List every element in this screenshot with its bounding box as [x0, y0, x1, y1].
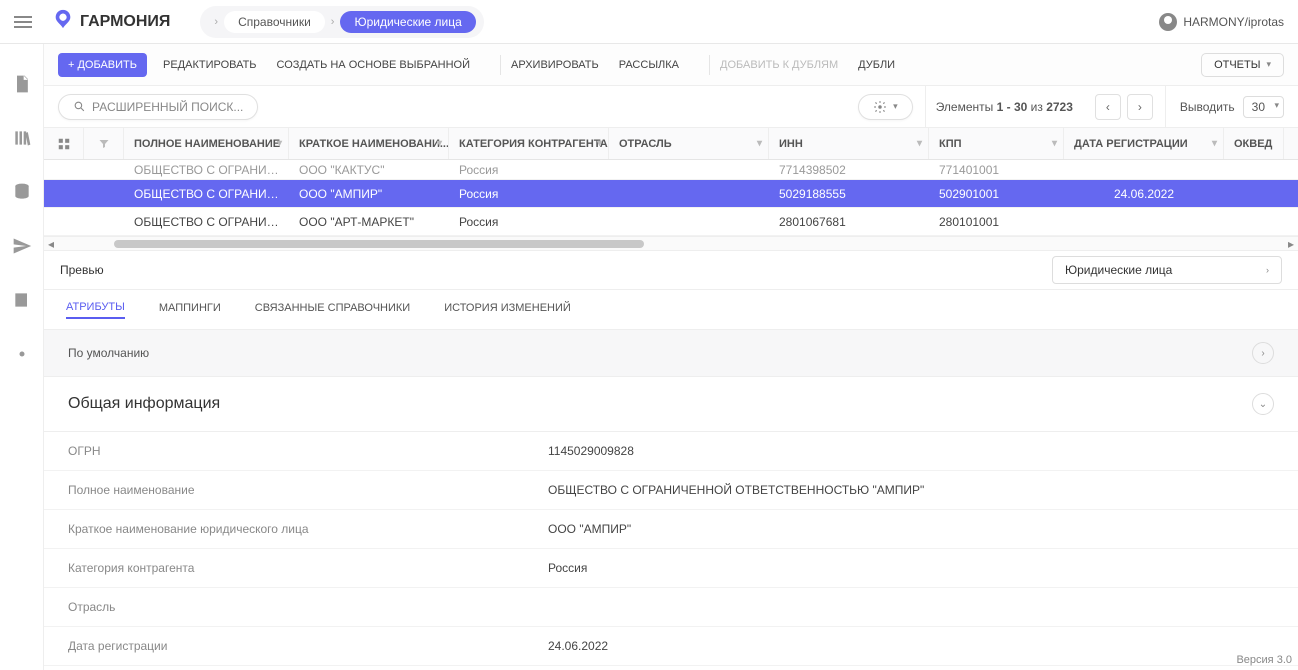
table-body: ОБЩЕСТВО С ОГРАНИЧЕНН... ООО "КАКТУС" Ро…: [44, 160, 1298, 236]
add-to-duplicates-button[interactable]: ДОБАВИТЬ К ДУБЛЯМ: [720, 59, 838, 71]
table-settings-button[interactable]: ▾: [858, 94, 913, 120]
breadcrumb: › Справочники › Юридические лица: [200, 6, 483, 38]
detail-panel: По умолчанию › Общая информация ⌄ ОГРН 1…: [44, 330, 1298, 670]
mailing-button[interactable]: РАССЫЛКА: [619, 59, 679, 71]
scrollbar-thumb[interactable]: [114, 240, 644, 248]
column-selector-icon[interactable]: [44, 128, 84, 159]
field-reg-date: Дата регистрации 24.06.2022: [44, 627, 1298, 666]
reports-button[interactable]: ОТЧЕТЫ ▾: [1201, 53, 1284, 77]
column-filter-icon[interactable]: [84, 128, 124, 159]
th-short-name[interactable]: КРАТКОЕ НАИМЕНОВАНИ...▾: [289, 128, 449, 159]
reports-label: ОТЧЕТЫ: [1214, 59, 1260, 71]
page-size-block: Выводить 30 ▾: [1165, 86, 1284, 128]
tab-related[interactable]: СВЯЗАННЫЕ СПРАВОЧНИКИ: [255, 302, 410, 318]
sidebar-doc-icon[interactable]: [12, 74, 32, 94]
preview-title: Превью: [60, 263, 104, 277]
filter-icon[interactable]: ▾: [1052, 138, 1057, 149]
th-okved[interactable]: ОКВЕД: [1224, 128, 1284, 159]
breadcrumb-item-directories[interactable]: Справочники: [224, 11, 325, 33]
chevron-right-icon[interactable]: ›: [1252, 342, 1274, 364]
filter-icon[interactable]: ▾: [597, 138, 602, 149]
chevron-right-icon: ›: [214, 16, 218, 28]
add-button[interactable]: + ДОБАВИТЬ: [58, 53, 147, 77]
separator: [500, 55, 501, 75]
top-header: ГАРМОНИЯ › Справочники › Юридические лиц…: [0, 0, 1298, 44]
preview-bar: Превью Юридические лица ›: [44, 250, 1298, 290]
th-inn[interactable]: ИНН▾: [769, 128, 929, 159]
field-ogrn: ОГРН 1145029009828: [44, 432, 1298, 471]
duplicates-button[interactable]: ДУБЛИ: [858, 59, 895, 71]
page-size-label: Выводить: [1180, 100, 1235, 114]
archive-button[interactable]: АРХИВИРОВАТЬ: [511, 59, 599, 71]
preview-type-select[interactable]: Юридические лица ›: [1052, 256, 1282, 284]
tab-attributes[interactable]: АТРИБУТЫ: [66, 301, 125, 319]
sidebar-settings-icon[interactable]: [12, 344, 32, 364]
user-label: HARMONY/iprotas: [1183, 15, 1284, 29]
action-toolbar: + ДОБАВИТЬ РЕДАКТИРОВАТЬ СОЗДАТЬ НА ОСНО…: [44, 44, 1298, 86]
pager-prev-button[interactable]: ‹: [1095, 94, 1121, 120]
detail-tabs: АТРИБУТЫ МАППИНГИ СВЯЗАННЫЕ СПРАВОЧНИКИ …: [44, 290, 1298, 330]
chevron-down-icon: ▾: [1266, 59, 1271, 70]
chevron-right-icon: ›: [331, 16, 335, 28]
th-industry[interactable]: ОТРАСЛЬ▾: [609, 128, 769, 159]
field-full-name: Полное наименование ОБЩЕСТВО С ОГРАНИЧЕН…: [44, 471, 1298, 510]
sidebar-library-icon[interactable]: [12, 128, 32, 148]
brand-text: ГАРМОНИЯ: [80, 13, 170, 31]
table-row[interactable]: ОБЩЕСТВО С ОГРАНИЧЕНН... ООО "АРТ-МАРКЕТ…: [44, 208, 1298, 236]
sidebar-database-icon[interactable]: [12, 182, 32, 202]
sidebar-notes-icon[interactable]: [12, 290, 32, 310]
tab-history[interactable]: ИСТОРИЯ ИЗМЕНЕНИЙ: [444, 302, 571, 318]
field-region: Регион: [44, 666, 1298, 670]
chevron-right-icon: ›: [1266, 265, 1269, 275]
scroll-right-icon[interactable]: ▸: [1288, 237, 1294, 251]
sidebar-send-icon[interactable]: [12, 236, 32, 256]
left-sidebar: [0, 44, 44, 670]
table-header: ПОЛНОЕ НАИМЕНОВАНИЕ▾ КРАТКОЕ НАИМЕНОВАНИ…: [44, 128, 1298, 160]
chevron-down-icon[interactable]: ⌄: [1252, 393, 1274, 415]
search-placeholder: РАСШИРЕННЫЙ ПОИСК...: [92, 100, 243, 114]
filter-bar: РАСШИРЕННЫЙ ПОИСК... ▾ Элементы 1 - 30 и…: [44, 86, 1298, 128]
pager-info: Элементы 1 - 30 из 2723: [925, 86, 1083, 128]
separator: [709, 55, 710, 75]
horizontal-scrollbar[interactable]: ◂ ▸: [44, 236, 1298, 250]
data-table: ПОЛНОЕ НАИМЕНОВАНИЕ▾ КРАТКОЕ НАИМЕНОВАНИ…: [44, 128, 1298, 250]
th-category[interactable]: КАТЕГОРИЯ КОНТРАГЕНТА▾: [449, 128, 609, 159]
brand-logo[interactable]: ГАРМОНИЯ: [52, 8, 170, 35]
filter-icon[interactable]: ▾: [437, 138, 442, 149]
user-menu[interactable]: HARMONY/iprotas: [1159, 13, 1284, 31]
create-from-button[interactable]: СОЗДАТЬ НА ОСНОВЕ ВЫБРАННОЙ: [277, 59, 470, 71]
version-label: Версия 3.0: [1230, 650, 1298, 670]
section-default[interactable]: По умолчанию ›: [44, 330, 1298, 377]
filter-icon[interactable]: ▾: [757, 138, 762, 149]
field-industry: Отрасль: [44, 588, 1298, 627]
user-icon: [1159, 13, 1177, 31]
pager-buttons: ‹ ›: [1095, 94, 1153, 120]
gear-icon: [873, 100, 887, 114]
field-short-name: Краткое наименование юридического лица О…: [44, 510, 1298, 549]
main-content: + ДОБАВИТЬ РЕДАКТИРОВАТЬ СОЗДАТЬ НА ОСНО…: [44, 44, 1298, 670]
table-row[interactable]: ОБЩЕСТВО С ОГРАНИЧЕНН... ООО "АМПИР" Рос…: [44, 180, 1298, 208]
search-icon: [73, 100, 86, 113]
logo-icon: [52, 8, 80, 35]
th-reg-date[interactable]: ДАТА РЕГИСТРАЦИИ▾: [1064, 128, 1224, 159]
edit-button[interactable]: РЕДАКТИРОВАТЬ: [163, 59, 257, 71]
filter-icon[interactable]: ▾: [1212, 138, 1217, 149]
section-general-info[interactable]: Общая информация ⌄: [44, 377, 1298, 432]
table-row[interactable]: ОБЩЕСТВО С ОГРАНИЧЕНН... ООО "КАКТУС" Ро…: [44, 160, 1298, 180]
search-input[interactable]: РАСШИРЕННЫЙ ПОИСК...: [58, 94, 258, 120]
scroll-left-icon[interactable]: ◂: [48, 237, 54, 251]
tab-mappings[interactable]: МАППИНГИ: [159, 302, 221, 318]
field-category: Категория контрагента Россия: [44, 549, 1298, 588]
chevron-down-icon: ▾: [1274, 100, 1279, 111]
filter-icon[interactable]: ▾: [277, 138, 282, 149]
filter-icon[interactable]: ▾: [917, 138, 922, 149]
breadcrumb-item-legal-entities[interactable]: Юридические лица: [340, 11, 475, 33]
chevron-down-icon: ▾: [893, 101, 898, 112]
th-kpp[interactable]: КПП▾: [929, 128, 1064, 159]
page-size-select[interactable]: 30 ▾: [1243, 96, 1284, 118]
th-full-name[interactable]: ПОЛНОЕ НАИМЕНОВАНИЕ▾: [124, 128, 289, 159]
menu-toggle-icon[interactable]: [14, 16, 32, 28]
pager-next-button[interactable]: ›: [1127, 94, 1153, 120]
